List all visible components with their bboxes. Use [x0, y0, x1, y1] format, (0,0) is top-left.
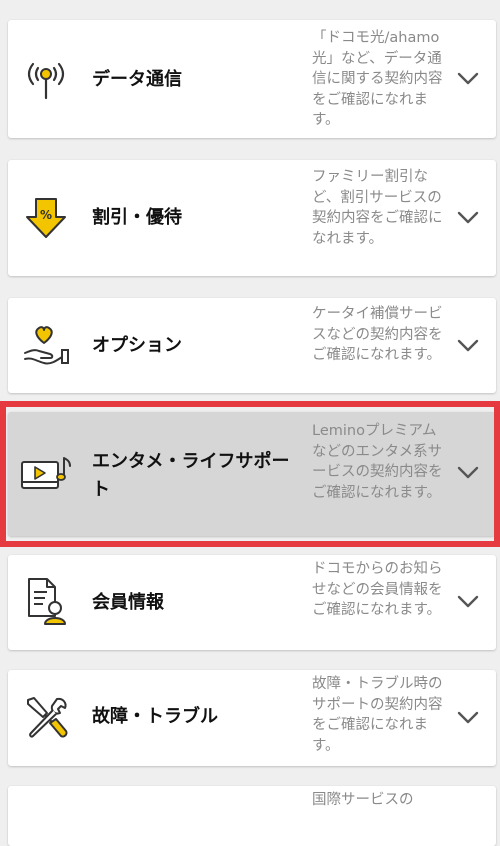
chevron-down-icon[interactable]	[454, 204, 482, 232]
card-description: Leminoプレミアムなどのエンタメ系サービスの契約内容をご確認になれます。	[312, 423, 443, 501]
card-description: ファミリー割引など、割引サービスの契約内容をご確認になれます。	[312, 169, 443, 247]
hand-heart-icon	[20, 320, 72, 372]
discount-arrow-icon: %	[20, 192, 72, 244]
contract-card-international[interactable]: 国際サービスの	[8, 786, 496, 846]
card-title: オプション	[92, 335, 182, 356]
card-description: 故障・トラブル時のサポートの契約内容をご確認になれます。	[312, 676, 443, 754]
document-person-icon	[20, 575, 72, 627]
contract-card-entertainment[interactable]: エンタメ・ライフサポート Leminoプレミアムなどのエンタメ系サービスの契約内…	[8, 412, 496, 536]
tools-icon	[20, 692, 72, 744]
chevron-down-icon[interactable]	[454, 459, 482, 487]
card-description: ドコモからのお知らせなどの会員情報をご確認になれます。	[312, 561, 443, 618]
antenna-icon	[20, 53, 72, 105]
card-description: 国際サービスの	[312, 792, 414, 808]
card-title: 会員情報	[92, 592, 164, 613]
svg-text:%: %	[40, 208, 52, 222]
chevron-down-icon[interactable]	[454, 65, 482, 93]
card-title: 故障・トラブル	[92, 706, 218, 727]
card-title: 割引・優待	[92, 207, 182, 228]
chevron-down-icon[interactable]	[454, 332, 482, 360]
chevron-down-icon[interactable]	[454, 704, 482, 732]
card-title: エンタメ・ライフサポート	[92, 451, 290, 500]
card-title: データ通信	[92, 69, 182, 90]
video-music-icon	[20, 449, 72, 501]
chevron-down-icon[interactable]	[454, 588, 482, 616]
contract-card-data[interactable]: データ通信 「ドコモ光/ahamo光」など、データ通信に関する契約内容をご確認に…	[8, 20, 496, 138]
contract-card-discount[interactable]: % 割引・優待 ファミリー割引など、割引サービスの契約内容をご確認になれます。	[8, 160, 496, 276]
card-description: ケータイ補償サービスなどの契約内容をご確認になれます。	[312, 306, 443, 363]
contract-card-trouble[interactable]: 故障・トラブル 故障・トラブル時のサポートの契約内容をご確認になれます。	[8, 670, 496, 766]
contract-card-member[interactable]: 会員情報 ドコモからのお知らせなどの会員情報をご確認になれます。	[8, 555, 496, 650]
card-description: 「ドコモ光/ahamo光」など、データ通信に関する契約内容をご確認になれます。	[312, 30, 443, 128]
contract-card-option[interactable]: オプション ケータイ補償サービスなどの契約内容をご確認になれます。	[8, 298, 496, 393]
